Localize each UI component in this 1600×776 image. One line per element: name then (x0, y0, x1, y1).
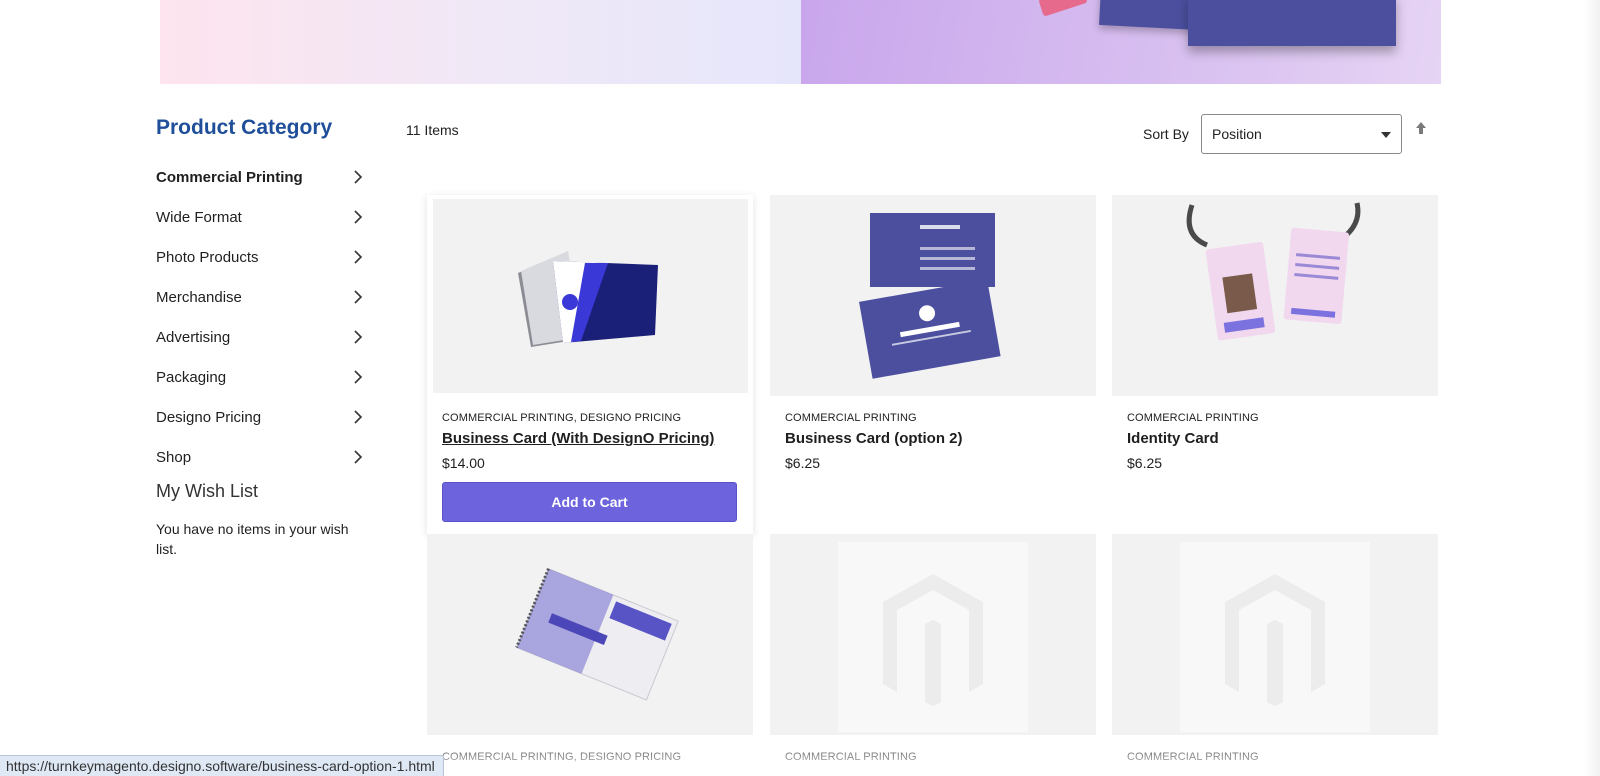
sort-direction-arrow-icon[interactable] (1413, 120, 1429, 136)
identity-card-image (1186, 202, 1361, 341)
category-label: Photo Products (156, 248, 259, 266)
product-category: COMMERCIAL PRINTING, DESIGNO PRICING (442, 412, 682, 424)
chevron-right-icon[interactable] (350, 289, 366, 305)
product-category: COMMERCIAL PRINTING (1127, 751, 1259, 763)
product-category-title: Product Category (156, 116, 333, 139)
category-label: Advertising (156, 328, 231, 346)
category-list: Commercial Printing Wide Format Photo Pr… (156, 157, 366, 477)
spiral-notebook-image (515, 568, 679, 701)
product-card[interactable]: COMMERCIAL PRINTING, DESIGNO PRICING Bus… (427, 195, 753, 534)
chevron-right-icon[interactable] (350, 169, 366, 185)
product-card[interactable]: COMMERCIAL PRINTING (1112, 534, 1438, 776)
sort-by-value: Position (1212, 126, 1262, 142)
window-edge (1584, 0, 1600, 776)
status-bar-url: https://turnkeymagento.designo.software/… (0, 755, 444, 776)
caret-down-icon (1381, 132, 1391, 138)
product-category: COMMERCIAL PRINTING (1127, 412, 1259, 424)
sort-by-label: Sort By (1143, 126, 1189, 142)
product-image[interactable] (433, 199, 748, 393)
product-name-link[interactable]: Business Card (With DesignO Pricing) (442, 430, 714, 447)
category-label: Packaging (156, 368, 227, 386)
category-label: Designo Pricing (156, 408, 262, 426)
category-item-photo-products[interactable]: Photo Products (156, 237, 366, 277)
chevron-right-icon[interactable] (350, 209, 366, 225)
chevron-right-icon[interactable] (350, 369, 366, 385)
chevron-right-icon[interactable] (350, 249, 366, 265)
product-price: $14.00 (442, 455, 485, 471)
product-image[interactable] (1112, 534, 1438, 735)
category-label: Merchandise (156, 288, 242, 306)
placeholder-image (1180, 542, 1370, 732)
product-category: COMMERCIAL PRINTING (785, 412, 917, 424)
product-image[interactable] (1112, 195, 1438, 396)
product-card[interactable]: COMMERCIAL PRINTING Business Card (optio… (770, 195, 1096, 485)
category-label: Commercial Printing (156, 168, 303, 186)
add-to-cart-button[interactable]: Add to Cart (442, 482, 737, 522)
product-card[interactable]: COMMERCIAL PRINTING Identity Card $6.25 (1112, 195, 1438, 485)
product-name-link[interactable]: Business Card (option 2) (785, 430, 963, 447)
chevron-right-icon[interactable] (350, 449, 366, 465)
wishlist-empty-text: You have no items in your wish list. (156, 521, 349, 557)
product-image[interactable] (770, 195, 1096, 396)
category-item-designo-pricing[interactable]: Designo Pricing (156, 397, 366, 437)
banner-card-image (1188, 0, 1396, 46)
business-card-option-2-image (859, 213, 1001, 379)
category-item-merchandise[interactable]: Merchandise (156, 277, 366, 317)
category-label: Wide Format (156, 208, 242, 226)
product-card[interactable]: COMMERCIAL PRINTING (770, 534, 1096, 776)
chevron-right-icon[interactable] (350, 329, 366, 345)
wishlist-title: My Wish List (156, 481, 259, 501)
product-price: $6.25 (785, 455, 821, 471)
banner-left-panel (160, 0, 801, 84)
product-image[interactable] (427, 534, 753, 735)
product-category: COMMERCIAL PRINTING (785, 751, 917, 763)
product-name-link[interactable]: Identity Card (1127, 430, 1219, 447)
category-item-shop[interactable]: Shop (156, 437, 366, 477)
items-count: 11 Items (406, 122, 459, 138)
category-item-wide-format[interactable]: Wide Format (156, 197, 366, 237)
product-image[interactable] (770, 534, 1096, 735)
category-label: Shop (156, 448, 192, 466)
category-item-commercial-printing[interactable]: Commercial Printing (156, 157, 366, 197)
product-category: COMMERCIAL PRINTING, DESIGNO PRICING (442, 751, 682, 763)
chevron-right-icon[interactable] (350, 409, 366, 425)
category-item-advertising[interactable]: Advertising (156, 317, 366, 357)
product-price: $6.25 (1127, 455, 1163, 471)
product-card[interactable]: COMMERCIAL PRINTING, DESIGNO PRICING (427, 534, 753, 776)
sort-by-select[interactable]: Position (1201, 114, 1402, 154)
category-item-packaging[interactable]: Packaging (156, 357, 366, 397)
placeholder-image (838, 542, 1028, 732)
business-card-image (518, 251, 658, 347)
